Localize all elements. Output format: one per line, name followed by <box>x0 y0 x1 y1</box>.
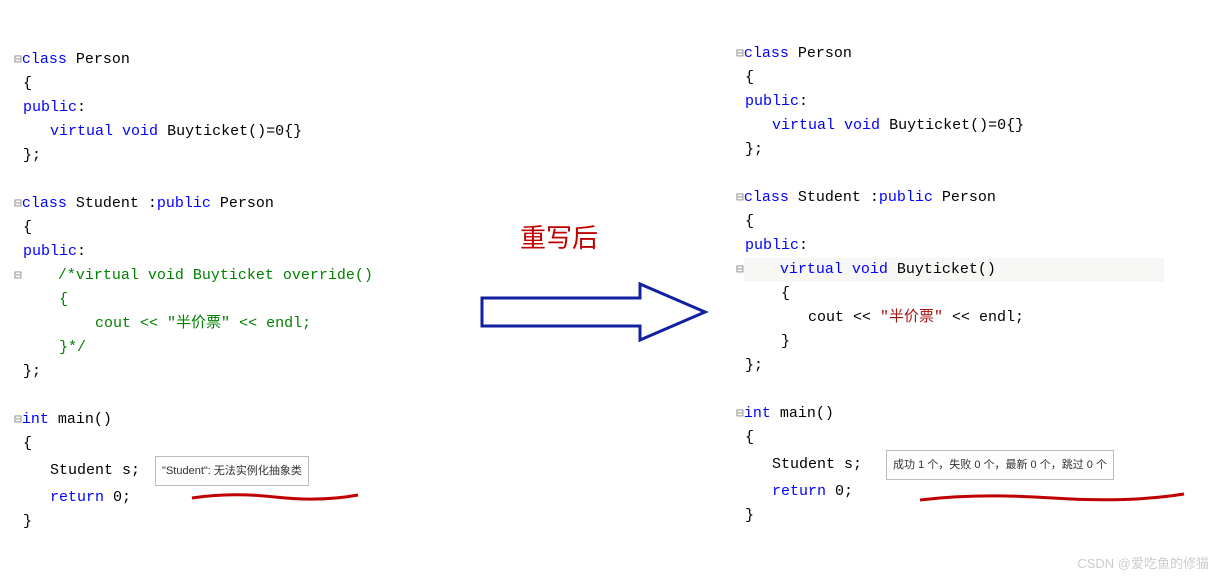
txt <box>744 261 780 278</box>
txt: cout << <box>736 309 880 326</box>
kw-public: public <box>23 243 77 260</box>
txt: { <box>745 285 790 302</box>
txt: } <box>745 507 754 524</box>
txt: }; <box>23 147 41 164</box>
txt: { <box>745 213 754 230</box>
string: "半价票" <box>880 309 943 326</box>
kw-public: public <box>157 195 211 212</box>
success-tooltip: 成功 1 个，失败 0 个，最新 0 个，跳过 0 个 <box>886 450 1114 480</box>
txt: 0; <box>104 489 131 506</box>
txt <box>14 489 50 506</box>
kw-class: class <box>744 45 789 62</box>
txt <box>14 123 50 140</box>
kw-public: public <box>745 93 799 110</box>
txt: } <box>745 333 790 350</box>
kw-public: public <box>879 189 933 206</box>
txt: }; <box>23 363 41 380</box>
comment: cout << <box>23 315 167 332</box>
comment: /*virtual void Buyticket override() <box>22 267 373 284</box>
kw-virtual: virtual <box>50 123 113 140</box>
arrow-label: 重写后 <box>520 218 598 255</box>
txt: { <box>745 429 754 446</box>
comment: }*/ <box>23 339 86 356</box>
txt: Student : <box>67 195 157 212</box>
kw-int: int <box>744 405 771 422</box>
txt <box>736 483 772 500</box>
txt: Buyticket()=0{} <box>880 117 1024 134</box>
comment: "半价票" <box>167 315 230 332</box>
success-underline-right <box>918 490 1188 496</box>
txt: 0; <box>826 483 853 500</box>
right-code-block: ⊟class Person { public: virtual void Buy… <box>736 18 1196 528</box>
watermark: CSDN @爱吃鱼的修猫 <box>1077 553 1209 572</box>
txt: : <box>799 237 808 254</box>
txt: << endl; <box>943 309 1024 326</box>
txt: : <box>77 99 86 116</box>
txt: : <box>77 243 86 260</box>
kw-void: void <box>844 117 880 134</box>
txt: }; <box>745 357 763 374</box>
comment: << endl; <box>230 315 311 332</box>
kw-class: class <box>22 195 67 212</box>
kw-class: class <box>744 189 789 206</box>
txt: Person <box>67 51 130 68</box>
txt: main() <box>771 405 834 422</box>
left-code-block: ⊟class Person { public: virtual void Buy… <box>14 24 464 534</box>
txt: Person <box>789 45 852 62</box>
txt: Student s; <box>736 456 862 473</box>
comment: { <box>23 291 68 308</box>
txt: : <box>799 93 808 110</box>
txt: Person <box>211 195 274 212</box>
kw-return: return <box>772 483 826 500</box>
txt: }; <box>745 141 763 158</box>
kw-virtual: virtual <box>780 261 843 278</box>
kw-void: void <box>852 261 888 278</box>
kw-public: public <box>23 99 77 116</box>
txt: Student : <box>789 189 879 206</box>
kw-public: public <box>745 237 799 254</box>
txt: { <box>23 75 32 92</box>
error-tooltip: "Student": 无法实例化抽象类 <box>155 456 309 486</box>
kw-class: class <box>22 51 67 68</box>
txt: } <box>23 513 32 530</box>
kw-virtual: virtual <box>772 117 835 134</box>
txt <box>736 117 772 134</box>
txt: Person <box>933 189 996 206</box>
txt: main() <box>49 411 112 428</box>
txt: { <box>23 435 32 452</box>
txt: { <box>23 219 32 236</box>
error-underline-left <box>190 490 360 496</box>
txt: Student s; <box>14 462 140 479</box>
txt: Buyticket()=0{} <box>158 123 302 140</box>
arrow-icon <box>480 282 710 347</box>
txt: Buyticket() <box>888 261 996 278</box>
kw-return: return <box>50 489 104 506</box>
txt: { <box>745 69 754 86</box>
kw-int: int <box>22 411 49 428</box>
kw-void: void <box>122 123 158 140</box>
